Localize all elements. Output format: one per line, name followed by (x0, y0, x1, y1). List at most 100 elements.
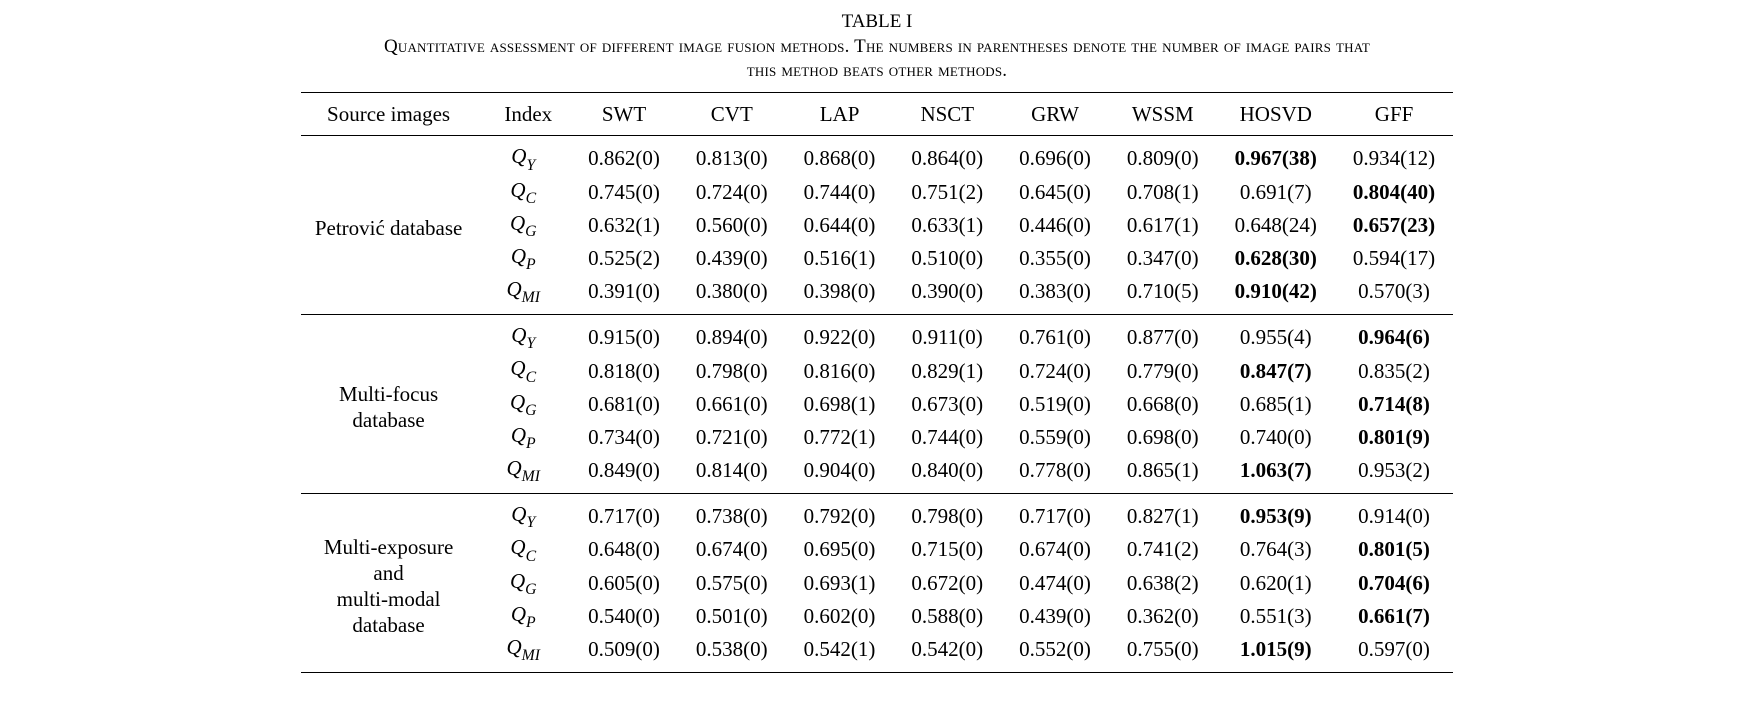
value-cell: 0.439(0) (1001, 600, 1109, 633)
value-cell: 0.717(0) (1001, 494, 1109, 534)
value-cell: 0.864(0) (893, 136, 1001, 176)
value-cell: 0.814(0) (678, 454, 786, 494)
value-cell: 0.390(0) (893, 275, 1001, 315)
value-cell: 0.355(0) (1001, 242, 1109, 275)
value-cell: 0.525(2) (570, 242, 678, 275)
value-cell: 0.617(1) (1109, 209, 1217, 242)
value-cell: 0.847(7) (1217, 354, 1335, 387)
value-cell: 0.724(0) (1001, 354, 1109, 387)
value-cell: 0.597(0) (1335, 633, 1453, 673)
value-cell: 0.510(0) (893, 242, 1001, 275)
value-cell: 0.714(8) (1335, 388, 1453, 421)
value-cell: 0.605(0) (570, 567, 678, 600)
value-cell: 0.383(0) (1001, 275, 1109, 315)
value-cell: 0.868(0) (786, 136, 894, 176)
source-cell: Petrović database (301, 136, 487, 315)
caption-line-1: Quantitative assessment of different ima… (20, 35, 1734, 60)
table-caption: TABLE I Quantitative assessment of diffe… (20, 10, 1734, 84)
value-cell: 0.792(0) (786, 494, 894, 534)
value-cell: 0.661(7) (1335, 600, 1453, 633)
value-cell: 0.778(0) (1001, 454, 1109, 494)
value-cell: 0.915(0) (570, 315, 678, 355)
value-cell: 0.570(3) (1335, 275, 1453, 315)
value-cell: 0.594(17) (1335, 242, 1453, 275)
value-cell: 0.693(1) (786, 567, 894, 600)
value-cell: 0.772(1) (786, 421, 894, 454)
value-cell: 0.698(0) (1109, 421, 1217, 454)
value-cell: 0.648(0) (570, 533, 678, 566)
value-cell: 0.741(2) (1109, 533, 1217, 566)
source-cell: Multi-focusdatabase (301, 315, 487, 494)
table-row: Multi-exposureandmulti-modaldatabaseQY0.… (301, 494, 1453, 534)
value-cell: 0.904(0) (786, 454, 894, 494)
value-cell: 0.644(0) (786, 209, 894, 242)
value-cell: 0.661(0) (678, 388, 786, 421)
value-cell: 0.816(0) (786, 354, 894, 387)
value-cell: 0.446(0) (1001, 209, 1109, 242)
value-cell: 0.674(0) (1001, 533, 1109, 566)
value-cell: 0.967(38) (1217, 136, 1335, 176)
value-cell: 0.755(0) (1109, 633, 1217, 673)
value-cell: 0.738(0) (678, 494, 786, 534)
col-method: NSCT (893, 93, 1001, 136)
value-cell: 0.953(2) (1335, 454, 1453, 494)
index-cell: QY (486, 136, 570, 176)
value-cell: 0.801(9) (1335, 421, 1453, 454)
value-cell: 0.745(0) (570, 176, 678, 209)
value-cell: 0.910(42) (1217, 275, 1335, 315)
results-table: Source images Index SWT CVT LAP NSCT GRW… (301, 92, 1453, 673)
value-cell: 0.779(0) (1109, 354, 1217, 387)
table-row: Petrović databaseQY0.862(0)0.813(0)0.868… (301, 136, 1453, 176)
index-cell: QP (486, 600, 570, 633)
value-cell: 0.685(1) (1217, 388, 1335, 421)
col-method: WSSM (1109, 93, 1217, 136)
value-cell: 0.551(3) (1217, 600, 1335, 633)
value-cell: 0.620(1) (1217, 567, 1335, 600)
value-cell: 0.380(0) (678, 275, 786, 315)
value-cell: 0.474(0) (1001, 567, 1109, 600)
value-cell: 0.347(0) (1109, 242, 1217, 275)
value-cell: 0.552(0) (1001, 633, 1109, 673)
value-cell: 0.691(7) (1217, 176, 1335, 209)
table-label: TABLE I (20, 10, 1734, 35)
value-cell: 0.695(0) (786, 533, 894, 566)
value-cell: 0.632(1) (570, 209, 678, 242)
col-method: SWT (570, 93, 678, 136)
value-cell: 0.674(0) (678, 533, 786, 566)
value-cell: 0.798(0) (893, 494, 1001, 534)
value-cell: 0.955(4) (1217, 315, 1335, 355)
index-cell: QC (486, 176, 570, 209)
table-row: Multi-focusdatabaseQY0.915(0)0.894(0)0.9… (301, 315, 1453, 355)
value-cell: 0.681(0) (570, 388, 678, 421)
value-cell: 0.516(1) (786, 242, 894, 275)
value-cell: 0.519(0) (1001, 388, 1109, 421)
value-cell: 0.560(0) (678, 209, 786, 242)
value-cell: 0.391(0) (570, 275, 678, 315)
value-cell: 0.798(0) (678, 354, 786, 387)
value-cell: 0.710(5) (1109, 275, 1217, 315)
value-cell: 0.538(0) (678, 633, 786, 673)
index-cell: QMI (486, 454, 570, 494)
value-cell: 0.953(9) (1217, 494, 1335, 534)
value-cell: 0.509(0) (570, 633, 678, 673)
index-cell: QMI (486, 275, 570, 315)
value-cell: 0.638(2) (1109, 567, 1217, 600)
value-cell: 0.398(0) (786, 275, 894, 315)
col-method: CVT (678, 93, 786, 136)
index-cell: QG (486, 209, 570, 242)
value-cell: 0.672(0) (893, 567, 1001, 600)
value-cell: 0.911(0) (893, 315, 1001, 355)
value-cell: 0.698(1) (786, 388, 894, 421)
col-method: GFF (1335, 93, 1453, 136)
value-cell: 0.914(0) (1335, 494, 1453, 534)
value-cell: 0.813(0) (678, 136, 786, 176)
value-cell: 0.865(1) (1109, 454, 1217, 494)
value-cell: 0.964(6) (1335, 315, 1453, 355)
value-cell: 0.894(0) (678, 315, 786, 355)
col-source: Source images (301, 93, 487, 136)
index-cell: QY (486, 315, 570, 355)
value-cell: 0.708(1) (1109, 176, 1217, 209)
value-cell: 0.764(3) (1217, 533, 1335, 566)
value-cell: 0.588(0) (893, 600, 1001, 633)
caption-line-2: this method beats other methods. (20, 59, 1734, 84)
